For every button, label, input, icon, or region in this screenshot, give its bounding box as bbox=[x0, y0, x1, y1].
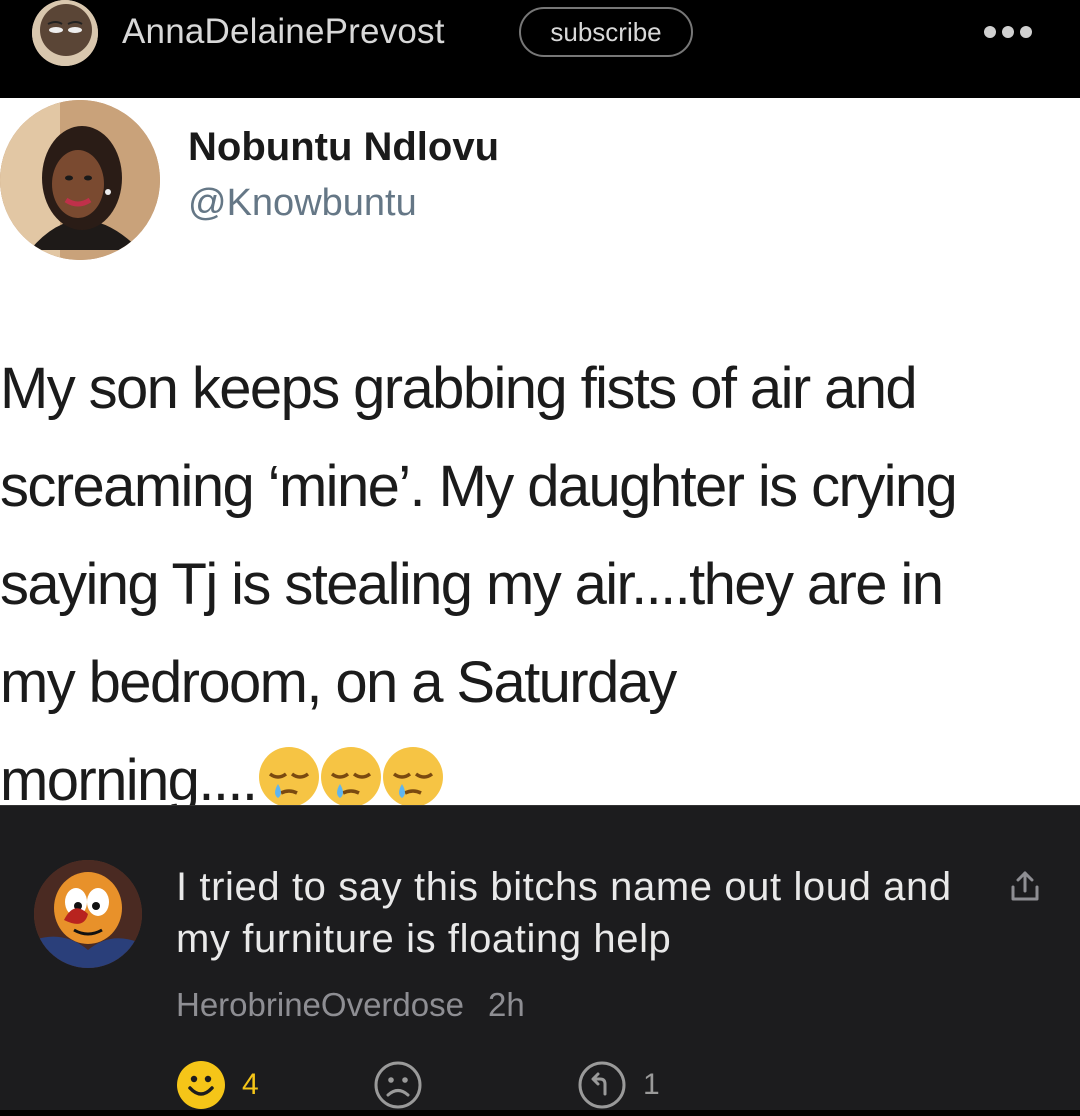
sleepy-face-icon bbox=[259, 747, 320, 805]
smiley-face-icon bbox=[177, 1061, 225, 1109]
emoji-group bbox=[256, 742, 444, 805]
reply-count: 1 bbox=[643, 1068, 660, 1101]
tweet-author-handle: @Knowbuntu bbox=[188, 182, 417, 224]
frown-face-icon bbox=[374, 1061, 422, 1109]
comment-card: I tried to say this bitchs name out loud… bbox=[0, 805, 1080, 1110]
more-options-icon[interactable] bbox=[984, 22, 1032, 42]
tweet-text: My son keeps grabbing fists of air and s… bbox=[0, 356, 958, 805]
poster-avatar[interactable] bbox=[32, 0, 98, 66]
subscribe-button[interactable]: subscribe bbox=[519, 7, 693, 57]
comment-text: I tried to say this bitchs name out loud… bbox=[176, 865, 952, 961]
tweet-screenshot[interactable]: Nobuntu Ndlovu @Knowbuntu My son keeps g… bbox=[0, 98, 1080, 805]
comment-author[interactable]: HerobrineOverdose bbox=[176, 986, 464, 1023]
share-icon[interactable] bbox=[1005, 867, 1045, 907]
sleepy-face-icon bbox=[321, 747, 382, 805]
reply-button[interactable]: 1 bbox=[577, 1060, 660, 1110]
dislike-button[interactable] bbox=[373, 1060, 423, 1110]
avatar-image-icon bbox=[32, 0, 98, 66]
reply-arrow-icon bbox=[578, 1061, 626, 1109]
tweet-author-avatar bbox=[0, 100, 160, 260]
like-count: 4 bbox=[242, 1068, 259, 1101]
post-header: AnnaDelainePrevost subscribe bbox=[0, 0, 1080, 98]
poster-username[interactable]: AnnaDelainePrevost bbox=[122, 12, 445, 52]
commenter-avatar[interactable] bbox=[34, 860, 142, 968]
comment-time: 2h bbox=[487, 986, 525, 1023]
comment-meta: HerobrineOverdose 2h bbox=[176, 986, 525, 1024]
woman-portrait-icon bbox=[0, 100, 160, 260]
tweet-body: My son keeps grabbing fists of air and s… bbox=[0, 340, 1080, 805]
like-button[interactable]: 4 bbox=[176, 1060, 259, 1110]
comment-actions: 4 1 bbox=[176, 1060, 676, 1116]
sleepy-face-icon bbox=[383, 747, 444, 805]
cartoon-cat-avatar-icon bbox=[34, 860, 142, 968]
tweet-author-name: Nobuntu Ndlovu bbox=[188, 125, 500, 169]
